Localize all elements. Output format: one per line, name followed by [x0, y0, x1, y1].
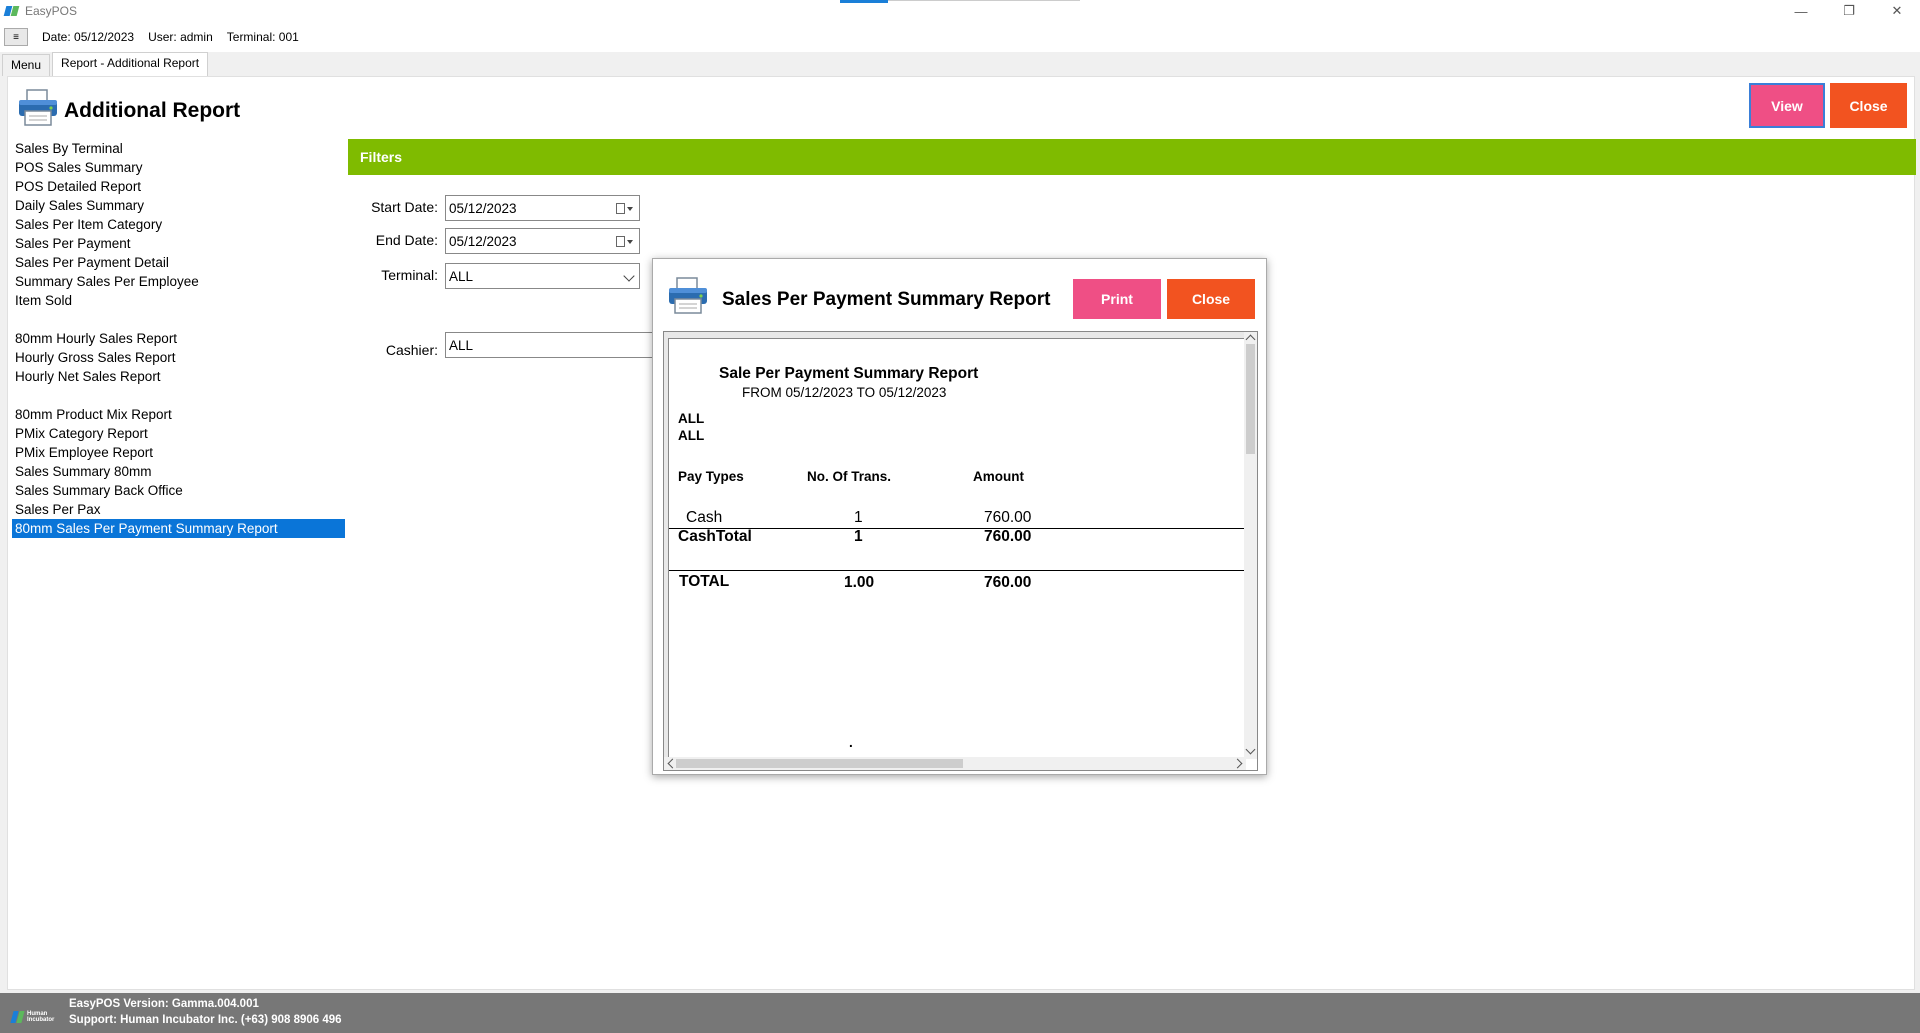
report-item[interactable]: POS Detailed Report	[12, 177, 345, 196]
report-item[interactable]: Sales Summary 80mm	[12, 462, 345, 481]
total-amount: 760.00	[984, 574, 1032, 591]
report-end-dot: .	[849, 735, 853, 750]
column-header-pay-types: Pay Types	[678, 469, 744, 484]
report-item[interactable]: Daily Sales Summary	[12, 196, 345, 215]
vertical-scrollbar[interactable]	[1244, 332, 1257, 759]
maximize-button[interactable]: ❐	[1826, 0, 1872, 22]
page-title: Additional Report	[64, 99, 241, 122]
status-footer: Human Incubator EasyPOS Version: Gamma.0…	[0, 993, 1920, 1033]
report-item[interactable]: Sales Per Payment Detail	[12, 253, 345, 272]
logo-text-line2: Incubator	[27, 1017, 55, 1023]
printer-icon	[19, 89, 57, 126]
version-text: EasyPOS Version: Gamma.004.001	[69, 998, 259, 1010]
report-viewer[interactable]: Sale Per Payment Summary Report FROM 05/…	[663, 331, 1258, 771]
titlebar-accent	[840, 0, 888, 3]
report-rule	[669, 528, 1247, 529]
window-title: EasyPOS	[25, 4, 78, 18]
subtotal-trans: 1	[854, 528, 863, 545]
report-item[interactable]: Item Sold	[12, 291, 345, 310]
terminal-select[interactable]: ALL	[445, 263, 640, 289]
report-rule	[669, 570, 1247, 571]
window-close-button[interactable]: ✕	[1874, 0, 1920, 22]
company-logo-text: Human Incubator	[27, 1011, 54, 1023]
report-item[interactable]: POS Sales Summary	[12, 158, 345, 177]
report-item[interactable]: PMix Employee Report	[12, 443, 345, 462]
terminal-label: Terminal:	[381, 267, 438, 283]
report-item-selected[interactable]: 80mm Sales Per Payment Summary Report	[12, 519, 345, 538]
dialog-close-button[interactable]: Close	[1167, 279, 1255, 319]
report-item[interactable]: Hourly Gross Sales Report	[12, 348, 345, 367]
total-label: TOTAL	[679, 573, 730, 590]
report-filter-terminal: ALL	[678, 411, 705, 426]
report-date-range: FROM 05/12/2023 TO 05/12/2023	[742, 385, 947, 400]
report-item[interactable]: Hourly Net Sales Report	[12, 367, 345, 386]
session-terminal: Terminal: 001	[226, 30, 299, 44]
total-trans: 1.00	[844, 574, 875, 591]
cashier-value: ALL	[449, 337, 474, 353]
titlebar-divider	[888, 0, 1080, 1]
cashier-select[interactable]: ALL	[445, 332, 655, 358]
company-logo-icon	[12, 1011, 24, 1023]
scroll-thumb[interactable]	[676, 759, 963, 768]
app-logo-icon	[5, 5, 19, 17]
column-header-amount: Amount	[973, 469, 1024, 484]
report-item[interactable]: Sales Summary Back Office	[12, 481, 345, 500]
scroll-up-icon[interactable]	[1245, 334, 1256, 345]
report-preview-dialog: Sales Per Payment Summary Report Print C…	[652, 258, 1267, 775]
row-trans: 1	[854, 509, 863, 526]
start-date-picker[interactable]: 05/12/2023	[445, 195, 640, 221]
hamburger-menu-button[interactable]: ≡	[4, 28, 28, 46]
printer-icon	[669, 277, 707, 314]
calendar-icon[interactable]	[616, 235, 633, 248]
tab-strip: Menu Report - Additional Report	[0, 52, 1920, 76]
row-pay-type: Cash	[686, 509, 723, 526]
session-infobar: ≡ Date: 05/12/2023 User: admin Terminal:…	[0, 22, 1920, 52]
report-title: Sale Per Payment Summary Report	[719, 365, 979, 382]
report-item[interactable]: PMix Category Report	[12, 424, 345, 443]
cashier-label: Cashier:	[385, 342, 438, 358]
close-button[interactable]: Close	[1830, 83, 1907, 128]
report-page-area: Sale Per Payment Summary Report FROM 05/…	[664, 332, 1247, 759]
print-button[interactable]: Print	[1073, 279, 1161, 319]
report-item[interactable]: Sales Per Pax	[12, 500, 345, 519]
row-amount: 760.00	[984, 509, 1032, 526]
report-item[interactable]: 80mm Hourly Sales Report	[12, 329, 345, 348]
session-date: Date: 05/12/2023	[42, 30, 135, 44]
view-button[interactable]: View	[1749, 83, 1825, 128]
filters-header: Filters	[348, 139, 1916, 175]
report-item[interactable]: Sales By Terminal	[12, 139, 345, 158]
minimize-button[interactable]: —	[1778, 0, 1824, 22]
end-date-value: 05/12/2023	[449, 233, 517, 249]
support-text: Support: Human Incubator Inc. (+63) 908 …	[69, 1014, 342, 1026]
start-date-value: 05/12/2023	[449, 200, 517, 216]
calendar-icon[interactable]	[616, 202, 633, 215]
report-item[interactable]: Summary Sales Per Employee	[12, 272, 345, 291]
column-header-trans: No. Of Trans.	[807, 469, 892, 484]
report-item[interactable]: Sales Per Item Category	[12, 215, 345, 234]
end-date-label: End Date:	[375, 232, 438, 248]
tab-additional-report[interactable]: Report - Additional Report	[52, 52, 209, 76]
window-titlebar: EasyPOS — ❐ ✕	[0, 0, 1920, 22]
end-date-picker[interactable]: 05/12/2023	[445, 228, 640, 254]
report-item[interactable]: 80mm Product Mix Report	[12, 405, 345, 424]
chevron-down-icon	[623, 270, 635, 282]
report-item[interactable]: Sales Per Payment	[12, 234, 345, 253]
scroll-right-icon[interactable]	[1232, 758, 1243, 769]
tab-menu[interactable]: Menu	[2, 54, 51, 76]
start-date-label: Start Date:	[371, 199, 438, 215]
session-user: User: admin	[148, 30, 213, 44]
subtotal-amount: 760.00	[984, 528, 1032, 545]
horizontal-scrollbar[interactable]	[664, 757, 1246, 770]
report-list: Sales By Terminal POS Sales Summary POS …	[12, 139, 345, 979]
company-logo: Human Incubator	[12, 1008, 66, 1026]
report-filter-cashier: ALL	[678, 428, 705, 443]
scroll-thumb[interactable]	[1246, 344, 1255, 454]
report-page: Sale Per Payment Summary Report FROM 05/…	[668, 338, 1247, 759]
dialog-title: Sales Per Payment Summary Report	[722, 289, 1051, 310]
terminal-value: ALL	[449, 268, 474, 284]
scroll-down-icon[interactable]	[1245, 744, 1256, 755]
subtotal-label: CashTotal	[678, 528, 752, 545]
